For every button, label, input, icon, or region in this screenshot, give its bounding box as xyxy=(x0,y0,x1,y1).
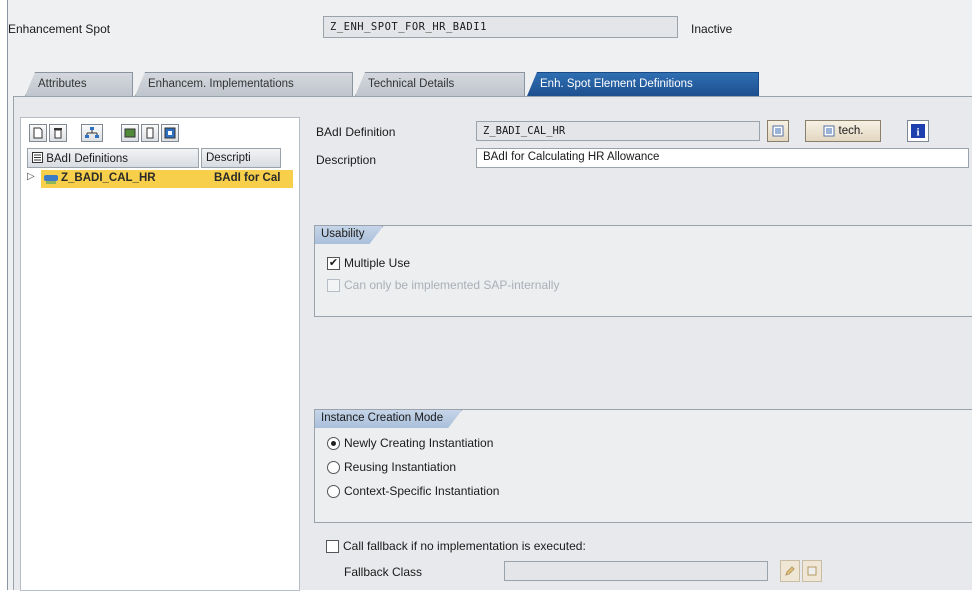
fallback-class-field[interactable] xyxy=(504,561,768,581)
app-window: Enhancement Spot Z_ENH_SPOT_FOR_HR_BADI1… xyxy=(7,0,972,591)
delete-button[interactable] xyxy=(49,124,67,142)
badi-header-icon xyxy=(32,152,43,163)
radio-reusing-label: Reusing Instantiation xyxy=(344,460,457,474)
create-fallback-button[interactable] xyxy=(802,560,822,582)
usability-group: Usability ✔ Multiple Use Can only be imp… xyxy=(314,225,972,317)
pencil-icon xyxy=(785,566,795,576)
radio-unselected-icon xyxy=(327,484,340,498)
description-label: Description xyxy=(316,153,377,167)
multiple-use-label: Multiple Use xyxy=(344,256,411,270)
enhancement-spot-label: Enhancement Spot xyxy=(8,22,111,36)
badi-definition-field[interactable]: Z_BADI_CAL_HR xyxy=(476,121,760,141)
display-button[interactable] xyxy=(161,124,179,142)
svg-text:i: i xyxy=(916,127,919,139)
instance-creation-group: Instance Creation Mode Newly Creating In… xyxy=(314,409,972,523)
create-icon xyxy=(807,566,817,576)
multiple-use-checkbox[interactable]: ✔ Multiple Use xyxy=(327,256,410,270)
display-object-button[interactable] xyxy=(767,120,789,142)
tree-row-name-cell[interactable]: Z_BADI_CAL_HR xyxy=(41,170,211,188)
enhancement-spot-field[interactable]: Z_ENH_SPOT_FOR_HR_BADI1 xyxy=(323,16,678,38)
radio-selected-icon xyxy=(327,436,340,450)
collapse-button[interactable] xyxy=(141,124,159,142)
hierarchy-button[interactable] xyxy=(81,124,103,142)
radio-newly-creating-label: Newly Creating Instantiation xyxy=(344,436,494,450)
expand-arrow-icon[interactable]: ▷ xyxy=(27,171,35,182)
badi-tree-pane: BAdI Definitions Descripti ▷ Z_BADI_CAL_… xyxy=(20,117,300,591)
new-document-button[interactable] xyxy=(29,124,47,142)
tree-toolbar xyxy=(29,124,67,142)
display-icon xyxy=(164,127,176,139)
tab-attributes[interactable]: Attributes xyxy=(25,72,133,96)
empty-checkbox-icon xyxy=(327,278,340,292)
radio-context-specific[interactable]: Context-Specific Instantiation xyxy=(327,484,499,498)
call-fallback-checkbox[interactable]: Call fallback if no implementation is ex… xyxy=(326,539,586,553)
column-header-badi-definitions[interactable]: BAdI Definitions xyxy=(27,148,199,168)
object-icon xyxy=(772,125,784,137)
badi-definition-label: BAdI Definition xyxy=(316,125,396,139)
sap-internal-label: Can only be implemented SAP-internally xyxy=(344,278,560,292)
edit-fallback-button[interactable] xyxy=(780,560,800,582)
tech-button[interactable]: tech. xyxy=(805,120,881,142)
tab-technical-details[interactable]: Technical Details xyxy=(355,72,525,96)
empty-checkbox-icon xyxy=(326,539,339,553)
trash-icon xyxy=(54,128,62,139)
tab-content: BAdI Definitions Descripti ▷ Z_BADI_CAL_… xyxy=(13,96,972,591)
tab-bar: Attributes Enhancem. Implementations Tec… xyxy=(13,72,968,96)
new-document-icon xyxy=(33,127,43,139)
badi-definition-icon xyxy=(44,175,58,184)
status-text: Inactive xyxy=(691,22,733,36)
expand-button[interactable] xyxy=(121,124,139,142)
tree-row-description[interactable]: BAdI for Cal xyxy=(211,170,293,188)
hierarchy-icon xyxy=(85,127,99,138)
radio-newly-creating[interactable]: Newly Creating Instantiation xyxy=(327,436,493,450)
sap-internal-checkbox: Can only be implemented SAP-internally xyxy=(327,278,559,292)
tech-button-label: tech. xyxy=(838,125,864,137)
collapse-icon xyxy=(146,127,154,139)
info-icon: i xyxy=(911,124,925,138)
tree-row[interactable]: ▷ Z_BADI_CAL_HR BAdI for Cal xyxy=(21,170,293,188)
column-header-description[interactable]: Descripti xyxy=(201,148,281,168)
radio-unselected-icon xyxy=(327,460,340,474)
tab-enh-spot-element-definitions[interactable]: Enh. Spot Element Definitions xyxy=(527,72,759,96)
radio-reusing[interactable]: Reusing Instantiation xyxy=(327,460,456,474)
column-header-name-label: BAdI Definitions xyxy=(46,153,129,165)
info-button[interactable]: i xyxy=(907,120,929,142)
radio-context-specific-label: Context-Specific Instantiation xyxy=(344,484,500,498)
checkmark-icon: ✔ xyxy=(327,256,340,270)
call-fallback-label: Call fallback if no implementation is ex… xyxy=(343,539,586,553)
fallback-class-label: Fallback Class xyxy=(344,565,423,579)
tab-enhancem-implementations[interactable]: Enhancem. Implementations xyxy=(135,72,353,96)
tree-toolbar-3 xyxy=(121,124,179,142)
expand-icon xyxy=(124,128,136,138)
description-field[interactable]: BAdI for Calculating HR Allowance xyxy=(476,148,969,168)
instance-creation-group-title: Instance Creation Mode xyxy=(315,410,462,428)
tree-row-name: Z_BADI_CAL_HR xyxy=(61,172,156,184)
tech-icon xyxy=(823,125,835,137)
tree-toolbar-2 xyxy=(81,124,103,142)
usability-group-title: Usability xyxy=(315,226,383,244)
